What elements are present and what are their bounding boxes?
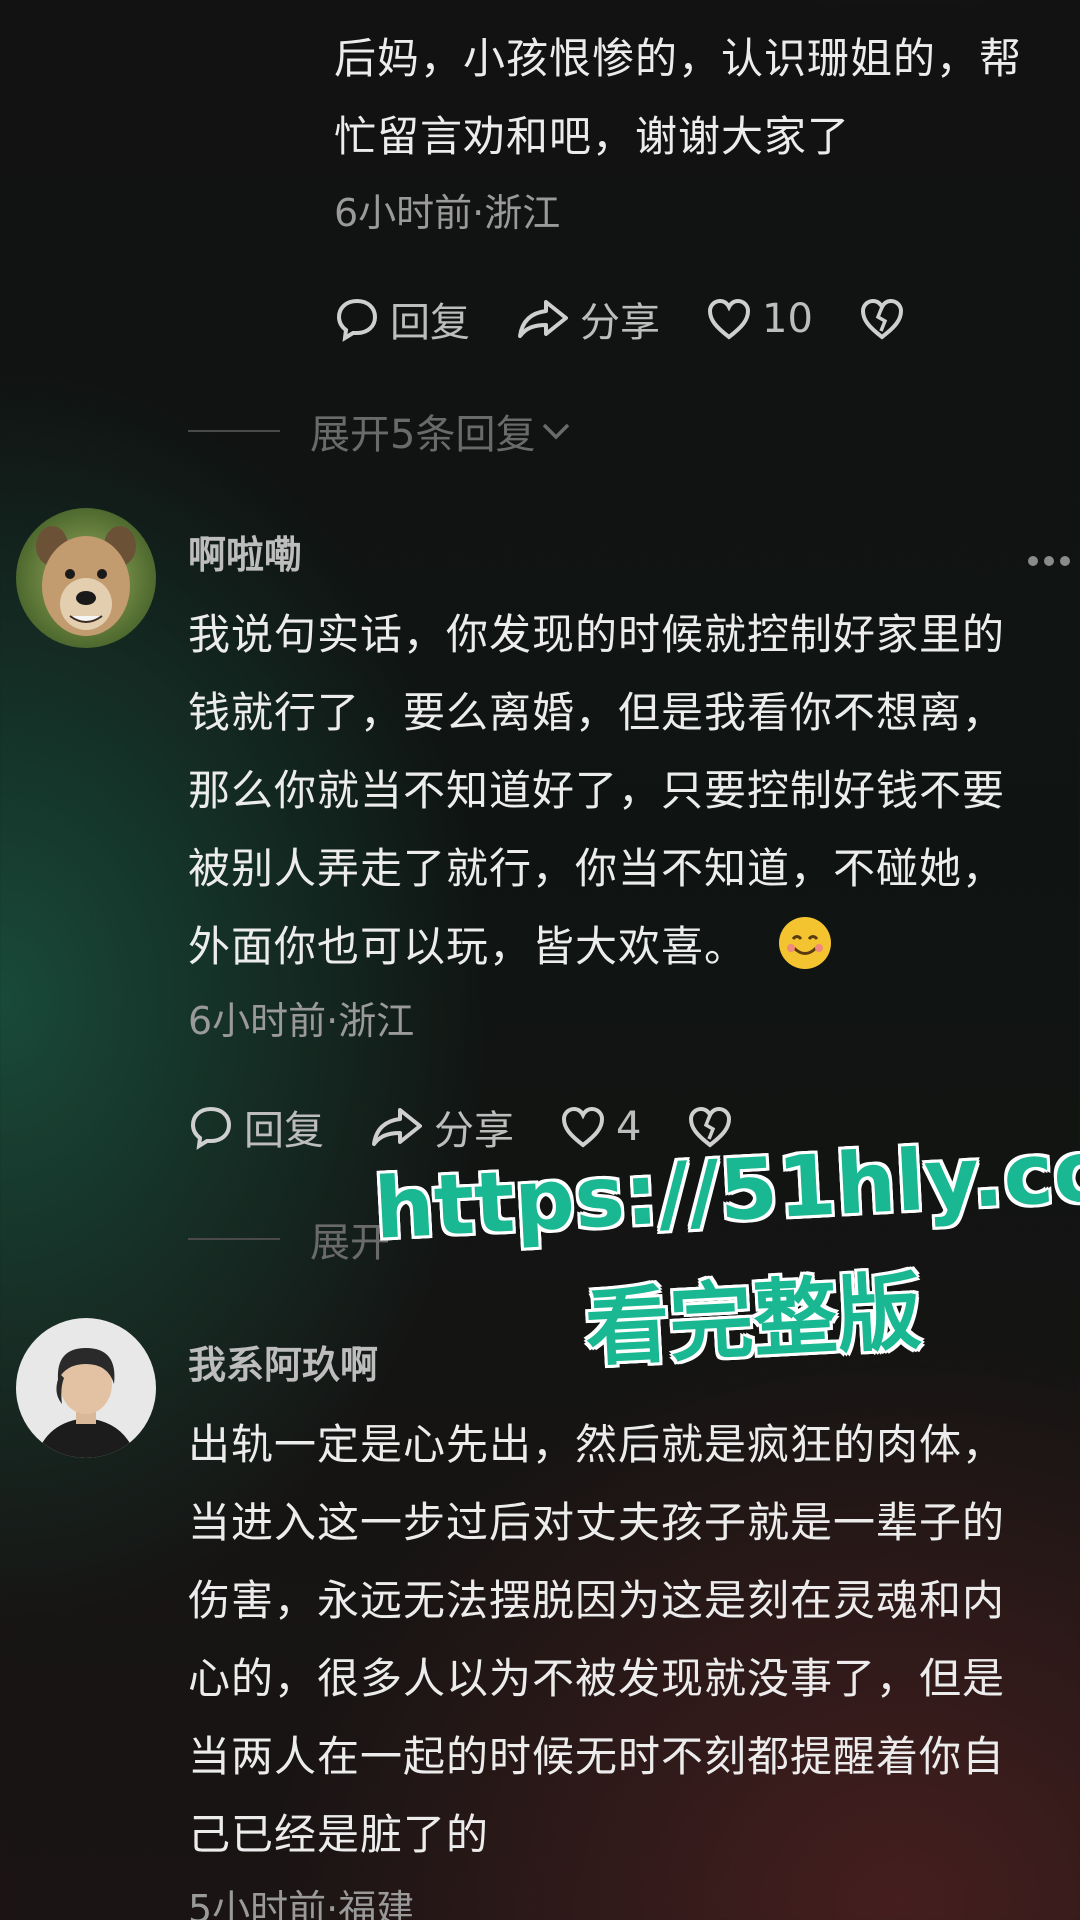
comment-1-line-3: 那么你就当不知道好了，只要控制好钱不要 — [188, 766, 1006, 815]
comment-2-line-6: 己已经是脏了的 — [188, 1810, 490, 1859]
comment-1-line-2: 钱就行了，要么离婚，但是我看你不想离， — [188, 688, 1006, 737]
comment-0-meta: 6小时前·浙江 — [334, 191, 561, 235]
heart-icon — [561, 1106, 605, 1148]
avatar-person[interactable] — [16, 1318, 156, 1458]
smile-emoji-icon — [779, 917, 832, 969]
comment-1-line-5-text: 外面你也可以玩，皆大欢喜。 — [188, 922, 748, 971]
reply-icon — [336, 298, 378, 342]
comment-0-text-line-1: 后妈，小孩恨惨的，认识珊姐的，帮 — [334, 34, 1023, 83]
comment-2-line-2: 当进入这一步过后对丈夫孩子就是一辈子的 — [188, 1498, 1006, 1547]
share-label: 分享 — [580, 300, 660, 346]
expand-replies-label: 展开5条回复 — [310, 412, 536, 458]
heart-icon — [707, 298, 751, 340]
share-icon — [518, 300, 568, 338]
comment-1-line-4: 被别人弄走了就行，你当不知道，不碰她， — [188, 844, 1006, 893]
reply-label: 回复 — [390, 300, 470, 346]
like-count: 4 — [616, 1104, 642, 1150]
comment-1-line-5: 外面你也可以玩，皆大欢喜。 — [188, 908, 1068, 986]
comment-0-actions: 回复 分享 10 — [334, 290, 961, 348]
comment-2-line-4: 心的，很多人以为不被发现就没事了，但是 — [188, 1654, 1006, 1703]
share-button[interactable]: 分享 — [370, 1098, 514, 1156]
comment-0-text-line-2: 忙留言劝和吧，谢谢大家了 — [334, 112, 851, 161]
comment-2: 出轨一定是心先出，然后就是疯狂的肉体， 当进入这一步过后对丈夫孩子就是一辈子的 … — [188, 1406, 1068, 1920]
username[interactable]: 我系阿玖啊 — [188, 1334, 378, 1389]
reply-button[interactable]: 回复 — [188, 1098, 324, 1156]
comment-0: 后妈，小孩恨惨的，认识珊姐的，帮 忙留言劝和吧，谢谢大家了 6小时前·浙江 — [334, 20, 1054, 237]
reply-icon — [190, 1106, 232, 1150]
reply-button[interactable]: 回复 — [334, 290, 470, 348]
reply-label: 回复 — [244, 1108, 324, 1154]
share-button[interactable]: 分享 — [516, 290, 660, 348]
share-icon — [372, 1108, 422, 1146]
comment-1-meta: 6小时前·浙江 — [188, 999, 415, 1043]
chevron-down-icon — [543, 423, 570, 440]
divider-line — [188, 1238, 280, 1240]
expand-replies-1[interactable]: 展开 — [188, 1210, 390, 1268]
comment-1-line-1: 我说句实话，你发现的时候就控制好家里的 — [188, 610, 1006, 659]
share-label: 分享 — [434, 1108, 514, 1154]
more-icon[interactable] — [1028, 556, 1076, 566]
like-button[interactable]: 10 — [706, 296, 813, 342]
expand-replies-0[interactable]: 展开5条回复 — [188, 402, 573, 460]
comment-1: 我说句实话，你发现的时候就控制好家里的 钱就行了，要么离婚，但是我看你不想离， … — [188, 596, 1068, 1045]
divider-line — [188, 430, 280, 432]
username[interactable]: 啊啦嘞 — [188, 524, 302, 579]
like-count: 10 — [762, 296, 813, 342]
avatar-hyena[interactable] — [16, 508, 156, 648]
comment-2-meta: 5小时前·福建 — [188, 1887, 415, 1920]
comment-2-line-5: 当两人在一起的时候无时不刻都提醒着你自 — [188, 1732, 1006, 1781]
watermark-subtitle: 看完整版 — [582, 1262, 924, 1378]
like-button[interactable]: 4 — [560, 1104, 641, 1150]
comment-2-line-1: 出轨一定是心先出，然后就是疯狂的肉体， — [188, 1420, 1006, 1469]
broken-heart-icon — [860, 298, 903, 340]
dislike-button[interactable] — [859, 297, 915, 341]
comment-2-line-3: 伤害，永远无法摆脱因为这是刻在灵魂和内 — [188, 1576, 1006, 1625]
